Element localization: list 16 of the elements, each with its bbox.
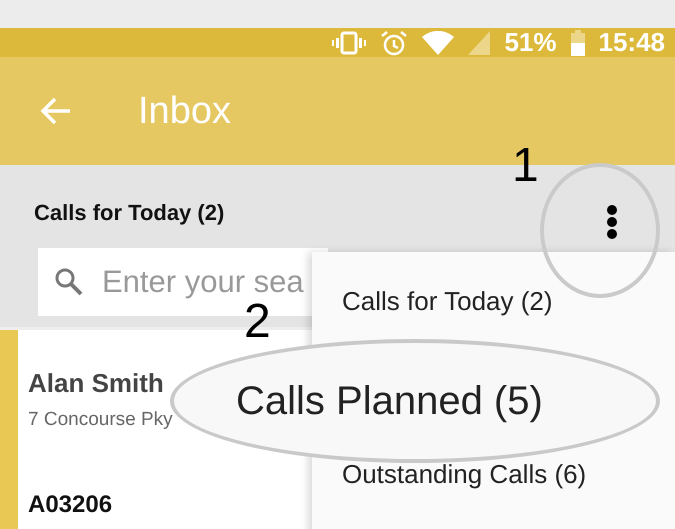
list-title: Calls for Today (2)	[34, 200, 224, 226]
search-icon	[54, 267, 84, 297]
vibrate-icon	[332, 30, 366, 54]
screen-title: Inbox	[138, 90, 231, 132]
clock-time: 15:48	[598, 27, 665, 58]
battery-icon	[570, 30, 584, 56]
alarm-icon	[380, 30, 408, 56]
contact-address: 7 Concourse Pky	[28, 409, 174, 431]
signal-icon	[468, 30, 490, 54]
more-options-icon[interactable]	[606, 205, 618, 239]
account-code: A03206	[28, 491, 114, 519]
menu-item[interactable]: Outstanding Calls (6)	[342, 459, 675, 490]
wifi-icon	[422, 30, 454, 54]
battery-percent: 51%	[504, 27, 556, 58]
contact-name: Alan Smith	[28, 368, 165, 399]
menu-item[interactable]: Calls for Today (2)	[342, 286, 675, 317]
